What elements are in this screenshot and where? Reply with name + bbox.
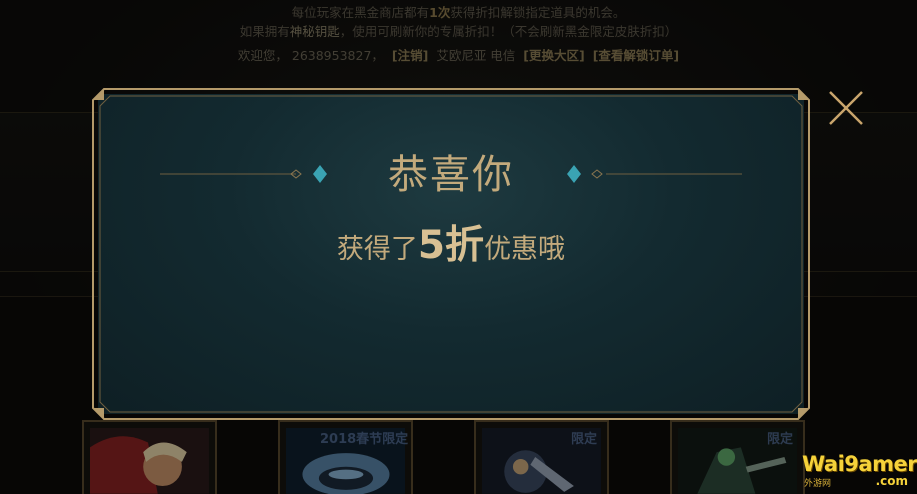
watermark-domain: .com (875, 474, 908, 488)
subtitle-suffix: 优惠哦 (484, 234, 566, 265)
watermark-sub: 外游网 (804, 479, 832, 489)
modal-title: 恭喜你 (388, 152, 514, 198)
site-watermark-logo: Wai9amer 外游网 .com (802, 452, 917, 492)
subtitle-prefix: 获得了 (336, 234, 418, 265)
watermark-text: Wai9amer (802, 452, 917, 476)
discount-value: 5折 (417, 223, 485, 268)
congrats-modal: 恭喜你 获得了5折优惠哦 (90, 86, 812, 422)
modal-subtitle: 获得了5折优惠哦 (90, 214, 812, 270)
close-icon[interactable] (826, 88, 866, 128)
